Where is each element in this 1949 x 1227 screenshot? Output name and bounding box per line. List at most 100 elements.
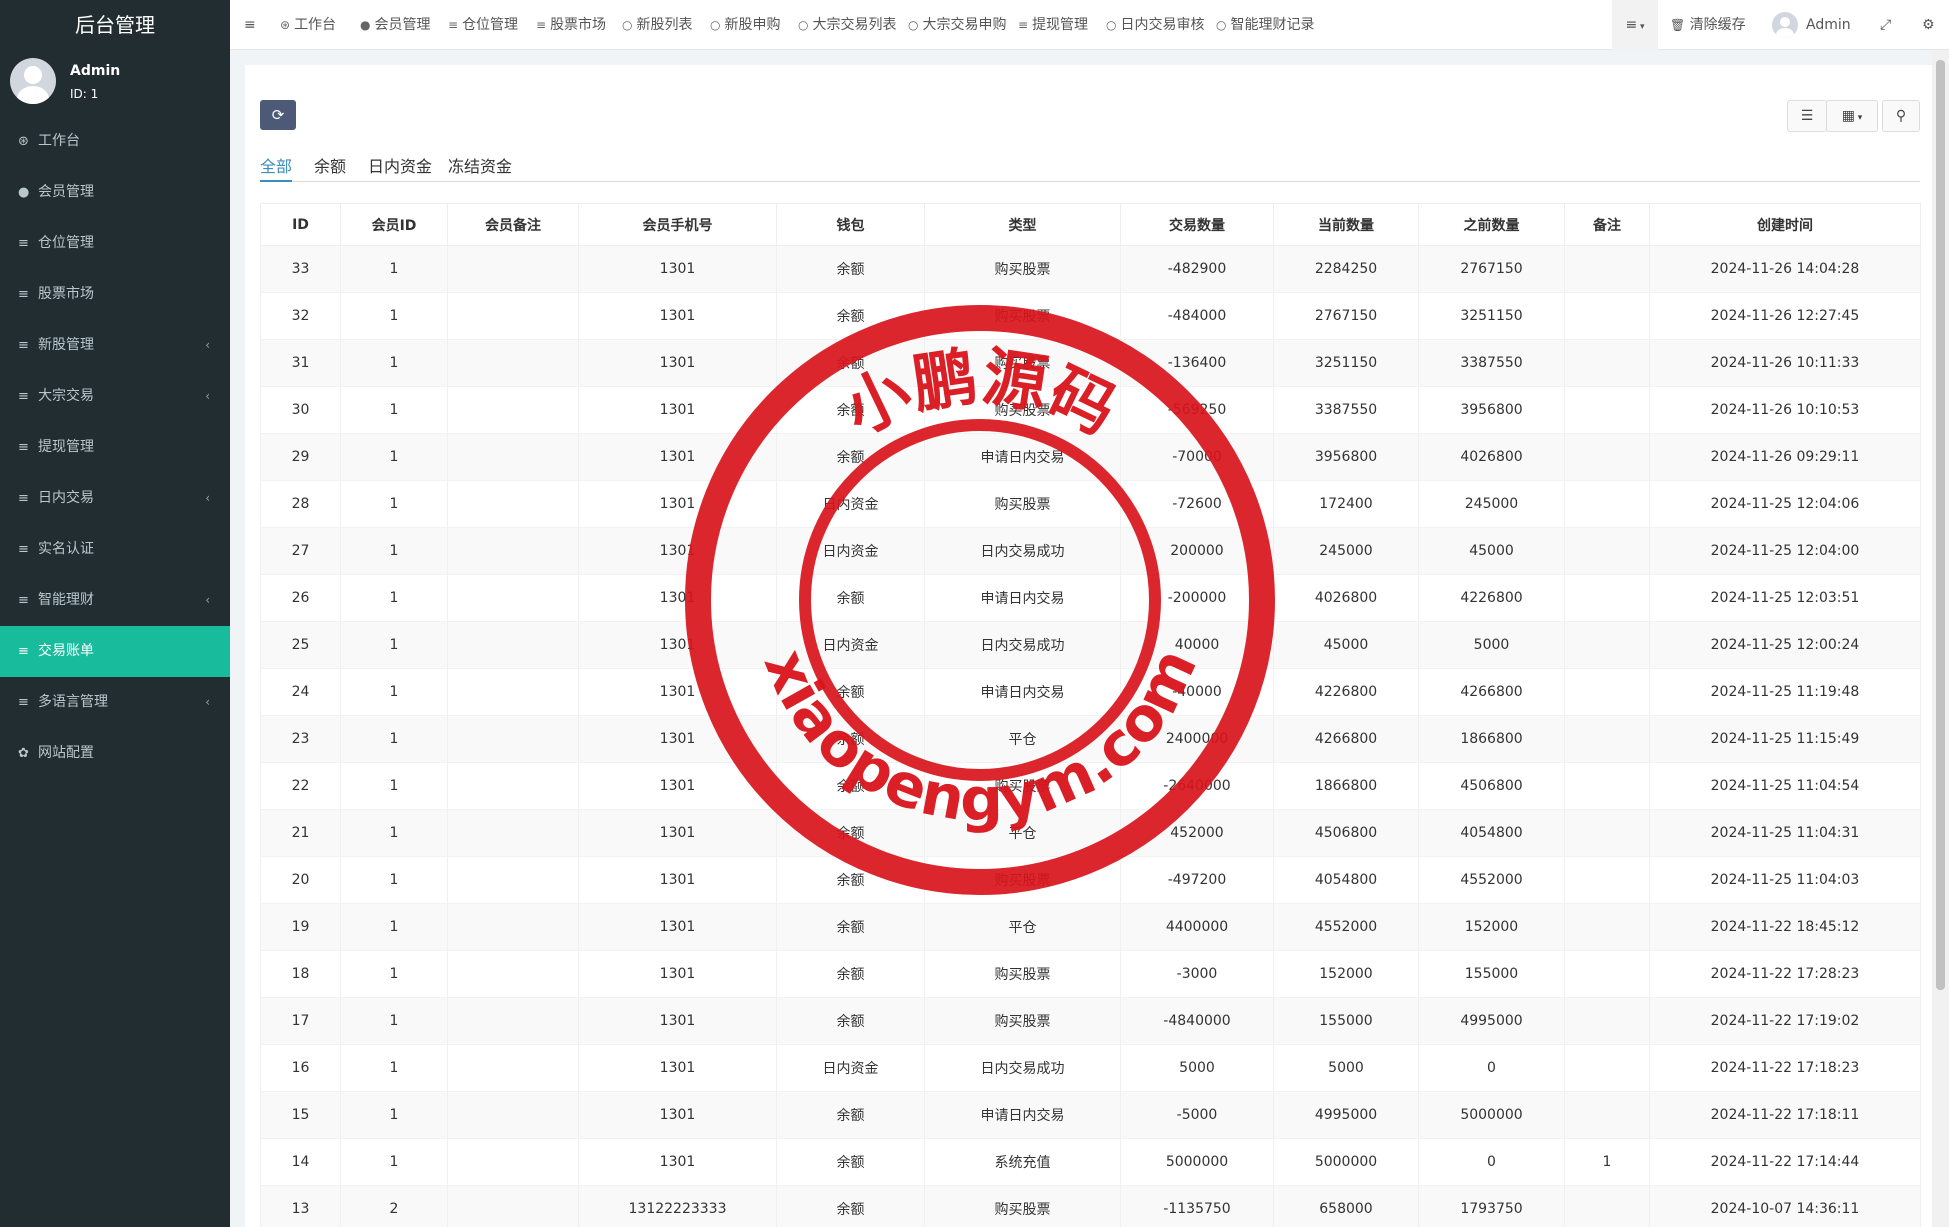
table-cell: 2767150 xyxy=(1418,245,1565,293)
sidebar-item[interactable]: ≡ 智能理财 ‹ xyxy=(0,575,230,626)
column-header[interactable]: ID xyxy=(260,203,341,246)
sidebar-item-label: 网站配置 xyxy=(38,745,94,761)
nav-dropdown-button[interactable]: ≡ ▾ xyxy=(1612,0,1658,50)
clear-cache-button[interactable]: 🗑 清除缓存 xyxy=(1670,0,1746,50)
sidebar-item[interactable]: ≡ 新股管理 ‹ xyxy=(0,320,230,371)
column-header[interactable]: 会员ID xyxy=(340,203,448,246)
table-cell: 1 xyxy=(340,527,448,575)
table-cell xyxy=(447,480,579,528)
user-panel: Admin ID: 1 xyxy=(0,50,230,116)
column-header[interactable]: 创建时间 xyxy=(1649,203,1921,246)
top-nav-item[interactable]: ≡ 仓位管理 xyxy=(448,0,518,50)
sidebar-item[interactable]: ⊛ 工作台 xyxy=(0,116,230,167)
top-nav-item[interactable]: ○ 日内交易审核 xyxy=(1106,0,1204,50)
table-row[interactable]: 33 1 1301 余额 购买股票 -482900 2284250 2767150 2024-1… xyxy=(260,245,1921,293)
table-cell xyxy=(447,1091,579,1139)
table-cell: 1 xyxy=(340,574,448,622)
top-nav-item[interactable]: ≡ 股票市场 xyxy=(536,0,606,50)
table-cell: 1 xyxy=(340,856,448,904)
sidebar-item[interactable]: ● 会员管理 xyxy=(0,167,230,218)
table-cell: 余额 xyxy=(776,1185,925,1227)
table-cell: 2024-11-22 17:19:02 xyxy=(1649,997,1921,1045)
table-row[interactable]: 22 1 1301 余额 购买股票 -2640000 1866800 4506800 2024-… xyxy=(260,762,1921,810)
sidebar-item[interactable]: ≡ 多语言管理 ‹ xyxy=(0,677,230,728)
sidebar-item[interactable]: ≡ 仓位管理 xyxy=(0,218,230,269)
table-row[interactable]: 30 1 1301 余额 购买股票 -569250 3387550 3956800 2024-1… xyxy=(260,386,1921,434)
table-row[interactable]: 27 1 1301 日内资金 日内交易成功 200000 245000 45000 2024-1… xyxy=(260,527,1921,575)
top-nav-item[interactable]: ○ 大宗交易申购 xyxy=(908,0,1006,50)
table-row[interactable]: 14 1 1301 余额 系统充值 5000000 5000000 0 1 2024-11-22 … xyxy=(260,1138,1921,1186)
tab[interactable]: 全部 xyxy=(260,152,293,182)
sidebar-toggle-icon[interactable]: ≡ xyxy=(244,0,256,50)
table-row[interactable]: 16 1 1301 日内资金 日内交易成功 5000 5000 0 2024-11-22 17:… xyxy=(260,1044,1921,1092)
top-nav-item[interactable]: ○ 新股列表 xyxy=(622,0,692,50)
table-row[interactable]: 25 1 1301 日内资金 日内交易成功 40000 45000 5000 2024-11-2… xyxy=(260,621,1921,669)
column-header[interactable]: 之前数量 xyxy=(1418,203,1565,246)
table-row[interactable]: 29 1 1301 余额 申请日内交易 -70000 3956800 4026800 2024-… xyxy=(260,433,1921,481)
column-header[interactable]: 会员备注 xyxy=(447,203,579,246)
tab[interactable]: 余额 xyxy=(314,152,346,182)
fullscreen-icon[interactable]: ⤢ xyxy=(1880,0,1891,50)
table-row[interactable]: 23 1 1301 余额 平仓 2400000 4266800 1866800 2024-11-… xyxy=(260,715,1921,763)
table-row[interactable]: 15 1 1301 余额 申请日内交易 -5000 4995000 5000000 2024-1… xyxy=(260,1091,1921,1139)
table-row[interactable]: 31 1 1301 余额 购买股票 -136400 3251150 3387550 2024-1… xyxy=(260,339,1921,387)
sidebar-item[interactable]: ≡ 提现管理 xyxy=(0,422,230,473)
table-row[interactable]: 20 1 1301 余额 购买股票 -497200 4054800 4552000 2024-1… xyxy=(260,856,1921,904)
sidebar-item[interactable]: ≡ 日内交易 ‹ xyxy=(0,473,230,524)
table-cell: 1301 xyxy=(578,903,777,951)
table-cell: 购买股票 xyxy=(924,856,1121,904)
table-row[interactable]: 21 1 1301 余额 平仓 452000 4506800 4054800 2024-11-2… xyxy=(260,809,1921,857)
top-nav-item[interactable]: ○ 大宗交易列表 xyxy=(798,0,896,50)
table-cell: 0 xyxy=(1418,1044,1565,1092)
sidebar-item[interactable]: ≡ 股票市场 xyxy=(0,269,230,320)
top-nav-item[interactable]: ○ 智能理财记录 xyxy=(1216,0,1314,50)
top-nav-item[interactable]: ● 会员管理 xyxy=(360,0,430,50)
refresh-button[interactable]: ⟳ xyxy=(260,100,296,130)
column-header[interactable]: 备注 xyxy=(1564,203,1650,246)
sidebar-item-label: 工作台 xyxy=(38,133,80,149)
table-row[interactable]: 24 1 1301 余额 申请日内交易 -40000 4226800 4266800 2024-… xyxy=(260,668,1921,716)
table-cell: 4226800 xyxy=(1273,668,1419,716)
table-row[interactable]: 17 1 1301 余额 购买股票 -4840000 155000 4995000 2024-1… xyxy=(260,997,1921,1045)
table-cell: 4054800 xyxy=(1418,809,1565,857)
table-row[interactable]: 13 2 13122223333 余额 购买股票 -1135750 658000 179375… xyxy=(260,1185,1921,1227)
admin-menu[interactable]: Admin xyxy=(1772,0,1851,50)
tab[interactable]: 日内资金 xyxy=(368,152,432,182)
chevron-left-icon: ‹ xyxy=(205,593,210,607)
dashboard-icon: ⊛ xyxy=(280,18,291,32)
table-cell: 1301 xyxy=(578,1091,777,1139)
table-row[interactable]: 18 1 1301 余额 购买股票 -3000 152000 155000 2024-11-22… xyxy=(260,950,1921,998)
top-nav-item[interactable]: ≡ 提现管理 xyxy=(1018,0,1088,50)
table-row[interactable]: 32 1 1301 余额 购买股票 -484000 2767150 3251150 2024-1… xyxy=(260,292,1921,340)
search-button[interactable]: ⚲ xyxy=(1882,100,1920,132)
sidebar-item[interactable]: ≡ 交易账单 xyxy=(0,626,230,677)
column-header[interactable]: 会员手机号 xyxy=(578,203,777,246)
table-cell xyxy=(447,997,579,1045)
toggle-view-button[interactable]: ☰ xyxy=(1787,100,1827,132)
column-header[interactable]: 交易数量 xyxy=(1120,203,1274,246)
table-cell: 155000 xyxy=(1273,997,1419,1045)
table-cell: 2024-10-07 14:36:11 xyxy=(1649,1185,1921,1227)
sidebar-item[interactable]: ≡ 实名认证 xyxy=(0,524,230,575)
tab[interactable]: 冻结资金 xyxy=(448,152,512,182)
scrollbar[interactable] xyxy=(1932,50,1949,1227)
column-header[interactable]: 类型 xyxy=(924,203,1121,246)
column-header[interactable]: 钱包 xyxy=(776,203,925,246)
table-cell: 33 xyxy=(260,245,341,293)
table-row[interactable]: 26 1 1301 余额 申请日内交易 -200000 4026800 4226800 2024… xyxy=(260,574,1921,622)
sidebar-item[interactable]: ✿ 网站配置 xyxy=(0,728,230,779)
table-cell: 1 xyxy=(340,715,448,763)
columns-button[interactable]: ▦ ▾ xyxy=(1826,100,1878,132)
sidebar-item[interactable]: ≡ 大宗交易 ‹ xyxy=(0,371,230,422)
circle-icon: ○ xyxy=(908,18,919,32)
table-row[interactable]: 28 1 1301 日内资金 购买股票 -72600 172400 245000 2024-11… xyxy=(260,480,1921,528)
scrollbar-thumb[interactable] xyxy=(1936,60,1945,990)
column-header[interactable]: 当前数量 xyxy=(1273,203,1419,246)
settings-icon[interactable]: ⚙ xyxy=(1922,0,1935,50)
top-nav-item[interactable]: ⊛ 工作台 xyxy=(280,0,336,50)
table-cell: 2284250 xyxy=(1273,245,1419,293)
table-row[interactable]: 19 1 1301 余额 平仓 4400000 4552000 152000 2024-11-2… xyxy=(260,903,1921,951)
table-cell xyxy=(1564,715,1650,763)
top-nav-item[interactable]: ○ 新股申购 xyxy=(710,0,780,50)
brand-title[interactable]: 后台管理 xyxy=(0,0,230,50)
